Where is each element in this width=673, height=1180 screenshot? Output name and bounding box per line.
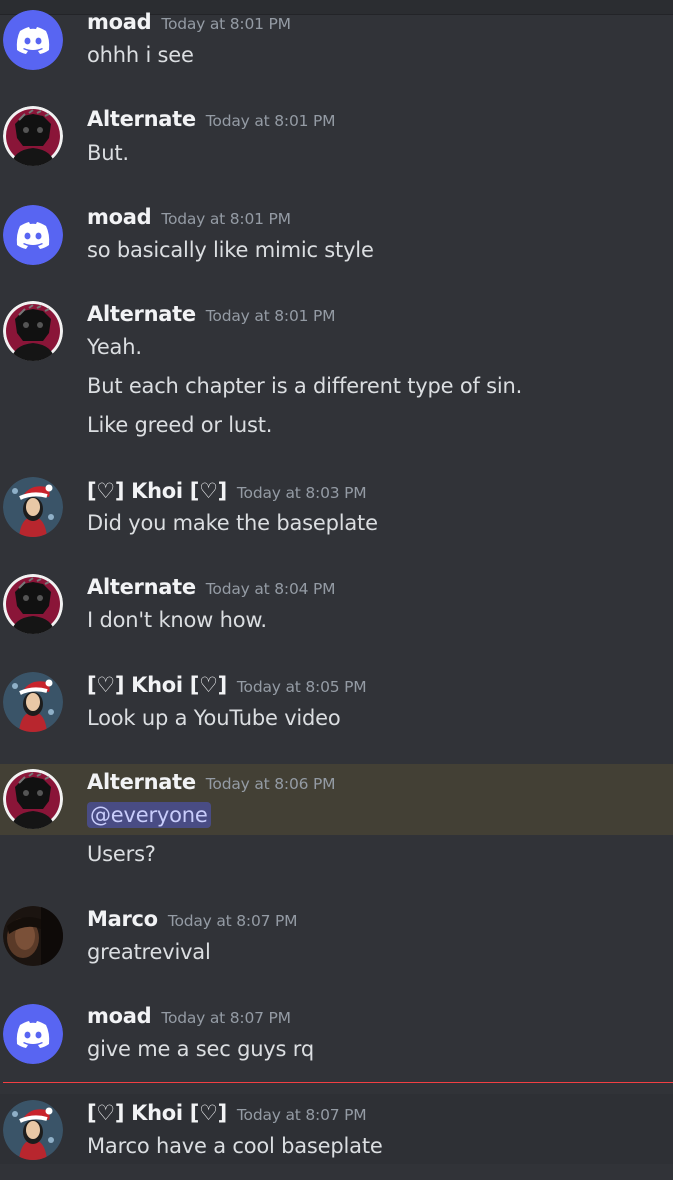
message-text: Like greed or lust. <box>87 413 273 437</box>
message-text: But each chapter is a different type of … <box>87 374 523 398</box>
discord-logo-avatar[interactable] <box>3 10 63 70</box>
author-name[interactable]: Alternate <box>87 770 196 794</box>
author-name[interactable]: [♡] Khoi [♡] <box>87 673 227 697</box>
dark-character-avatar[interactable] <box>3 106 63 166</box>
message-text: so basically like mimic style <box>87 238 374 262</box>
timestamp[interactable]: Today at 8:01 PM <box>206 307 336 325</box>
message-text: Marco have a cool baseplate <box>87 1134 383 1158</box>
discord-logo-avatar[interactable] <box>3 205 63 265</box>
timestamp[interactable]: Today at 8:01 PM <box>161 210 291 228</box>
message-header: Alternate Today at 8:01 PM <box>87 107 336 131</box>
message-header: moad Today at 8:01 PM <box>87 205 291 229</box>
message-text: Did you make the baseplate <box>87 511 378 535</box>
message-header: Alternate Today at 8:04 PM <box>87 575 336 599</box>
message-text: give me a sec guys rq <box>87 1037 314 1061</box>
author-name[interactable]: Alternate <box>87 302 196 326</box>
santa-hat-character-avatar[interactable] <box>3 1100 63 1160</box>
author-name[interactable]: Alternate <box>87 575 196 599</box>
message-header: [♡] Khoi [♡] Today at 8:03 PM <box>87 479 367 503</box>
author-name[interactable]: [♡] Khoi [♡] <box>87 1101 227 1125</box>
author-name[interactable]: moad <box>87 205 152 229</box>
santa-hat-character-avatar[interactable] <box>3 672 63 732</box>
message-header: [♡] Khoi [♡] Today at 8:05 PM <box>87 673 367 697</box>
author-name[interactable]: moad <box>87 1004 152 1028</box>
timestamp[interactable]: Today at 8:07 PM <box>168 912 298 930</box>
dark-character-avatar[interactable] <box>3 769 63 829</box>
dark-character-avatar[interactable] <box>3 301 63 361</box>
message-header: moad Today at 8:07 PM <box>87 1004 291 1028</box>
timestamp[interactable]: Today at 8:03 PM <box>237 484 367 502</box>
message-text: Users? <box>87 842 156 866</box>
author-name[interactable]: [♡] Khoi [♡] <box>87 479 227 503</box>
author-name[interactable]: Alternate <box>87 107 196 131</box>
santa-hat-character-avatar[interactable] <box>3 477 63 537</box>
everyone-mention[interactable]: @everyone <box>87 802 211 828</box>
new-messages-divider <box>3 1082 673 1083</box>
photo-avatar[interactable] <box>3 906 63 966</box>
dark-character-avatar[interactable] <box>3 574 63 634</box>
message-text: Yeah. <box>87 335 142 359</box>
message-text: Look up a YouTube video <box>87 706 341 730</box>
message-text: But. <box>87 141 129 165</box>
discord-logo-avatar[interactable] <box>3 1004 63 1064</box>
message-text: greatrevival <box>87 940 211 964</box>
timestamp[interactable]: Today at 8:07 PM <box>161 1009 291 1027</box>
message-header: moad Today at 8:01 PM <box>87 10 291 34</box>
message-header: [♡] Khoi [♡] Today at 8:07 PM <box>87 1101 367 1125</box>
timestamp[interactable]: Today at 8:05 PM <box>237 678 367 696</box>
message-header: Marco Today at 8:07 PM <box>87 907 298 931</box>
chat-message-list: moad Today at 8:01 PM ohhh i see Alternat… <box>0 0 673 1180</box>
timestamp[interactable]: Today at 8:04 PM <box>206 580 336 598</box>
timestamp[interactable]: Today at 8:07 PM <box>237 1106 367 1124</box>
timestamp[interactable]: Today at 8:06 PM <box>206 775 336 793</box>
message-header: Alternate Today at 8:01 PM <box>87 302 336 326</box>
message-header: Alternate Today at 8:06 PM <box>87 770 336 794</box>
message-text: ohhh i see <box>87 43 194 67</box>
message-text: @everyone <box>87 802 211 828</box>
author-name[interactable]: Marco <box>87 907 158 931</box>
timestamp[interactable]: Today at 8:01 PM <box>206 112 336 130</box>
timestamp[interactable]: Today at 8:01 PM <box>161 15 291 33</box>
author-name[interactable]: moad <box>87 10 152 34</box>
message-text: I don't know how. <box>87 608 267 632</box>
